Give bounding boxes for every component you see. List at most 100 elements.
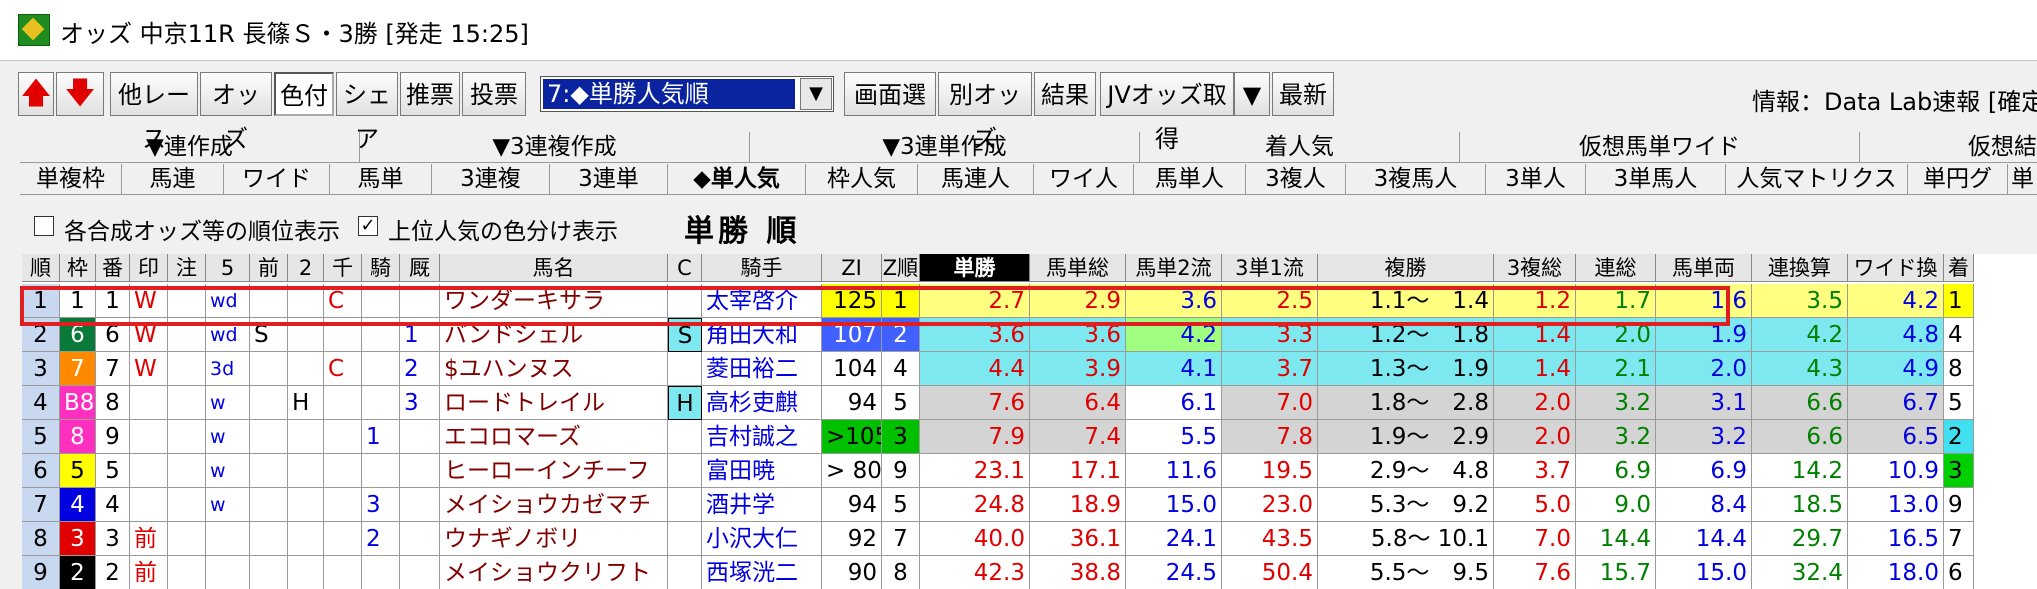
cell-zi: >105 <box>822 420 882 454</box>
col-header-3fuku-total[interactable]: 3複総 <box>1494 254 1576 282</box>
cell-note <box>168 488 206 522</box>
cell-note <box>168 420 206 454</box>
tab-chaku-ninki[interactable]: 着人気 <box>1140 132 1460 162</box>
col-header-zi[interactable]: ZI <box>822 254 882 282</box>
cell-place-odds: 5.3～ 9.2 <box>1318 488 1494 522</box>
col-header-win-odds[interactable]: 単勝 <box>920 254 1030 282</box>
arrow-up-button[interactable]: 🡅 <box>18 72 54 116</box>
tab-kaso-ketsu[interactable]: 仮想結 <box>1860 132 2037 162</box>
table-row[interactable]: 2 6 6 Wwd S 1 バンドシェル S 角田大和 107 2 3.6 3.6 4.2 3.3 1.2～ … <box>22 318 2037 352</box>
jv-odds-button[interactable]: JVオッズ取得 <box>1100 72 1234 153</box>
col-header-note[interactable]: 注 <box>168 254 206 282</box>
cell-c5: w <box>206 386 250 420</box>
tab-umaren[interactable]: 馬連 <box>122 164 224 194</box>
chevron-down-icon[interactable]: ▼ <box>800 78 832 110</box>
cell-zi: > 80 <box>822 454 882 488</box>
tab-kaso-umatan-wide[interactable]: 仮想馬単ワイド <box>1460 132 1860 162</box>
table-row[interactable]: 589 w 1 エコロマーズ吉村誠之>10537.97.45.57.81.9～ 2.9… <box>22 420 2037 454</box>
table-row[interactable]: 7 4 4 w 3 メイショウカゼマチ 酒井学 94 5 24.8 18.9 15.0 23.0 5.3～… <box>22 488 2037 522</box>
col-header-ren-kansan[interactable]: 連換算 <box>1752 254 1848 282</box>
col-header-wide-kansan[interactable]: ワイド換 <box>1848 254 1944 282</box>
other-race-button[interactable]: 他レース <box>110 72 198 153</box>
tab-umatan[interactable]: 馬単 <box>330 164 432 194</box>
tab-tan-more[interactable]: 単 <box>2008 164 2037 194</box>
tab-3fuku-uma-nin[interactable]: 3複馬人 <box>1346 164 1486 194</box>
col-header-mae[interactable]: 前 <box>250 254 288 282</box>
table-row[interactable]: 9 2 2 前メイショウクリフト 西塚洸二 90 8 42.3 38.8 24.5 50.4 5.5～… <box>22 556 2037 589</box>
rank-display-checkbox[interactable] <box>34 216 54 236</box>
share-button[interactable]: シェア <box>336 72 398 153</box>
color-button[interactable]: 色付 <box>274 72 334 116</box>
table-row[interactable]: 3 7 7 W 3d C 2 $ユハンヌス 菱田裕二 104 4 4.4 3.9 4.1 3.7 1.3～ 1… <box>22 352 2037 386</box>
tab-row-lower: 単複枠 馬連 ワイド 馬単 3連複 3連単 ◆単人気 枠人気 馬連人 ワイ人 馬… <box>20 164 2037 194</box>
cell-rank: 3 <box>22 352 60 386</box>
jv-odds-dropdown-icon[interactable]: ▼ <box>1234 72 1270 116</box>
cell-zi: 94 <box>822 488 882 522</box>
tab-waku-ninki[interactable]: 枠人気 <box>806 164 918 194</box>
col-header-kyu[interactable]: 厩 <box>400 254 440 282</box>
tab-ninki-matrix[interactable]: 人気マトリクス <box>1726 164 1908 194</box>
col-header-sen[interactable]: 千 <box>324 254 362 282</box>
col-header-kisha[interactable]: 騎 <box>362 254 400 282</box>
result-button[interactable]: 結果 <box>1034 72 1096 116</box>
table-row[interactable]: 1 1 1 Wwd C ワンダーキサラ 太宰啓介 125 1 2.7 2.9 3.6 2.5 1.1～ 1… <box>22 284 2037 318</box>
vote-button[interactable]: 投票 <box>462 72 526 116</box>
col-header-c2[interactable]: 2 <box>288 254 324 282</box>
cell-umatan-ryo: 3.1 <box>1656 386 1752 420</box>
cell-rank: 4 <box>22 386 60 420</box>
tab-3tan-nin[interactable]: 3単人 <box>1486 164 1586 194</box>
tab-tan-ninki[interactable]: ◆単人気 <box>668 164 806 194</box>
cell-ren-total: 9.0 <box>1576 488 1656 522</box>
col-header-ren-total[interactable]: 連総 <box>1576 254 1656 282</box>
col-header-umatan-2[interactable]: 馬単2流 <box>1126 254 1222 282</box>
col-header-umatan-total[interactable]: 馬単総 <box>1030 254 1126 282</box>
tab-umatan-nin[interactable]: 馬単人 <box>1134 164 1246 194</box>
odds-button[interactable]: オッズ <box>200 72 272 153</box>
col-header-ban[interactable]: 番 <box>96 254 130 282</box>
col-header-chaku[interactable]: 着 <box>1944 254 1974 282</box>
tab-tan-en-graph[interactable]: 単円グ <box>1908 164 2008 194</box>
col-header-c5[interactable]: 5 <box>206 254 250 282</box>
tab-3rentan[interactable]: 3連単 <box>550 164 668 194</box>
tab-wai-nin[interactable]: ワイ人 <box>1034 164 1134 194</box>
color-top-checkbox[interactable]: ✓ <box>358 216 378 236</box>
tab-umaren-nin[interactable]: 馬連人 <box>918 164 1034 194</box>
col-header-waku[interactable]: 枠 <box>60 254 96 282</box>
cell-z-rank: 5 <box>882 386 920 420</box>
screen-select-button[interactable]: 画面選 <box>844 72 936 116</box>
options-row: 各合成オッズ等の順位表示 ✓ 上位人気の色分け表示 単勝 順 <box>0 206 2037 249</box>
cell-wide-kansan: 10.9 <box>1848 454 1944 488</box>
arrow-down-button[interactable]: 🡇 <box>56 72 104 116</box>
col-header-c-flag[interactable]: C <box>668 254 702 282</box>
col-header-umatan-ryo[interactable]: 馬単両 <box>1656 254 1752 282</box>
cell-ban: 5 <box>96 454 130 488</box>
cell-place-odds: 5.8～ 10.1 <box>1318 522 1494 556</box>
table-row[interactable]: 8 3 3 前 2 ウナギノボリ 小沢大仁 92 7 40.0 36.1 24.1 43.5 5.8～ 1… <box>22 522 2037 556</box>
table-row[interactable]: 4 B8 8 w H 3 ロードトレイル H 高杉吏麒 94 5 7.6 6.4 6.1 7.0 1.8～ 2… <box>22 386 2037 420</box>
latest-button[interactable]: 最新 <box>1272 72 1334 116</box>
col-header-mark[interactable]: 印 <box>130 254 168 282</box>
cell-ren-total: 1.7 <box>1576 284 1656 318</box>
col-header-horse-name[interactable]: 馬名 <box>440 254 668 282</box>
tab-3fuku-nin[interactable]: 3複人 <box>1246 164 1346 194</box>
cell-c2 <box>288 522 324 556</box>
col-header-jockey[interactable]: 騎手 <box>702 254 822 282</box>
sort-mode-select[interactable]: 7:◆単勝人気順 ▼ <box>540 76 834 112</box>
tab-3tan-create[interactable]: ▼3連単作成 <box>750 132 1140 162</box>
col-header-rank[interactable]: 順 <box>22 254 60 282</box>
tab-wide[interactable]: ワイド <box>224 164 330 194</box>
tab-3renpuku[interactable]: 3連複 <box>432 164 550 194</box>
tab-tanfuku-waku[interactable]: 単複枠 <box>20 164 122 194</box>
table-row[interactable]: 6 5 5 w ヒーローインチーフ 富田暁 > 80 9 23.1 17.1 11.6 19.5 2.9… <box>22 454 2037 488</box>
col-header-z-rank[interactable]: Z順 <box>882 254 920 282</box>
recommend-button[interactable]: 推票 <box>400 72 460 116</box>
col-header-santan-1[interactable]: 3単1流 <box>1222 254 1318 282</box>
other-odds-button[interactable]: 別オッズ <box>938 72 1032 153</box>
col-header-place-odds[interactable]: 複勝 <box>1318 254 1494 282</box>
tab-3tan-uma-nin[interactable]: 3単馬人 <box>1586 164 1726 194</box>
cell-z-rank: 2 <box>882 318 920 352</box>
tab-ren-create[interactable]: ▼連作成 <box>20 132 360 162</box>
cell-3fuku-total: 1.4 <box>1494 318 1576 352</box>
tab-3fuku-create[interactable]: ▼3連複作成 <box>360 132 750 162</box>
cell-horse-name: メイショウクリフト <box>440 556 668 589</box>
